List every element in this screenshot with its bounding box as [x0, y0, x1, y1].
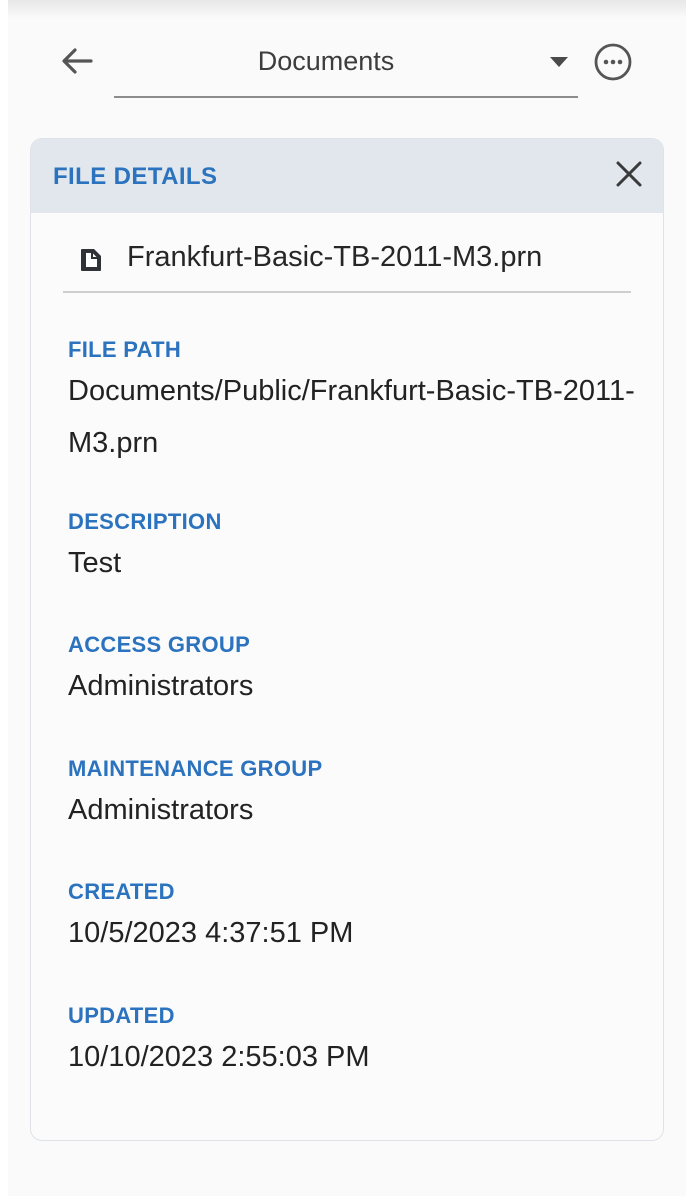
panel-header: FILE DETAILS — [31, 139, 663, 213]
document-icon — [80, 248, 102, 272]
updated-value: 10/10/2023 2:55:03 PM — [68, 1041, 370, 1073]
arrow-left-icon — [57, 41, 97, 86]
field-label: MAINTENANCE GROUP — [68, 756, 323, 781]
file-details-panel: FILE DETAILS Frankfurt-Basic-TB-2011-M3.… — [30, 138, 664, 1141]
file-path-value: Documents/Public/Frankfurt-Basic-TB-2011… — [68, 375, 635, 459]
field-label: FILE PATH — [68, 337, 182, 362]
field-label: CREATED — [68, 879, 175, 904]
maintenance-group-field: MAINTENANCE GROUP Administrators — [68, 756, 638, 836]
more-options-button[interactable] — [592, 43, 634, 85]
description-field: DESCRIPTION Test — [68, 509, 638, 589]
location-dropdown-value: Documents — [257, 46, 395, 76]
caret-down-icon — [550, 57, 568, 67]
access-group-value: Administrators — [68, 670, 254, 702]
file-name: Frankfurt-Basic-TB-2011-M3.prn — [127, 241, 543, 273]
more-horizontal-circle-icon — [593, 42, 633, 87]
field-label: UPDATED — [68, 1003, 175, 1028]
description-value: Test — [68, 547, 122, 579]
location-dropdown[interactable]: Documents — [114, 38, 578, 98]
maintenance-group-value: Administrators — [68, 794, 254, 826]
close-button[interactable] — [609, 156, 649, 196]
file-path-field: FILE PATH Documents/Public/Frankfurt-Bas… — [68, 337, 638, 469]
created-value: 10/5/2023 4:37:51 PM — [68, 917, 354, 949]
file-name-row: Frankfurt-Basic-TB-2011-M3.prn — [63, 235, 631, 293]
top-shadow — [8, 0, 686, 18]
panel-title: FILE DETAILS — [53, 163, 218, 190]
created-field: CREATED 10/5/2023 4:37:51 PM — [68, 879, 638, 959]
file-details-screen: Documents FILE DETAILS Frankfurt-Basic-T… — [0, 0, 686, 1196]
field-label: ACCESS GROUP — [68, 632, 251, 657]
field-label: DESCRIPTION — [68, 509, 222, 534]
back-button[interactable] — [54, 40, 100, 86]
close-icon — [614, 159, 644, 194]
access-group-field: ACCESS GROUP Administrators — [68, 632, 638, 712]
updated-field: UPDATED 10/10/2023 2:55:03 PM — [68, 1003, 638, 1083]
